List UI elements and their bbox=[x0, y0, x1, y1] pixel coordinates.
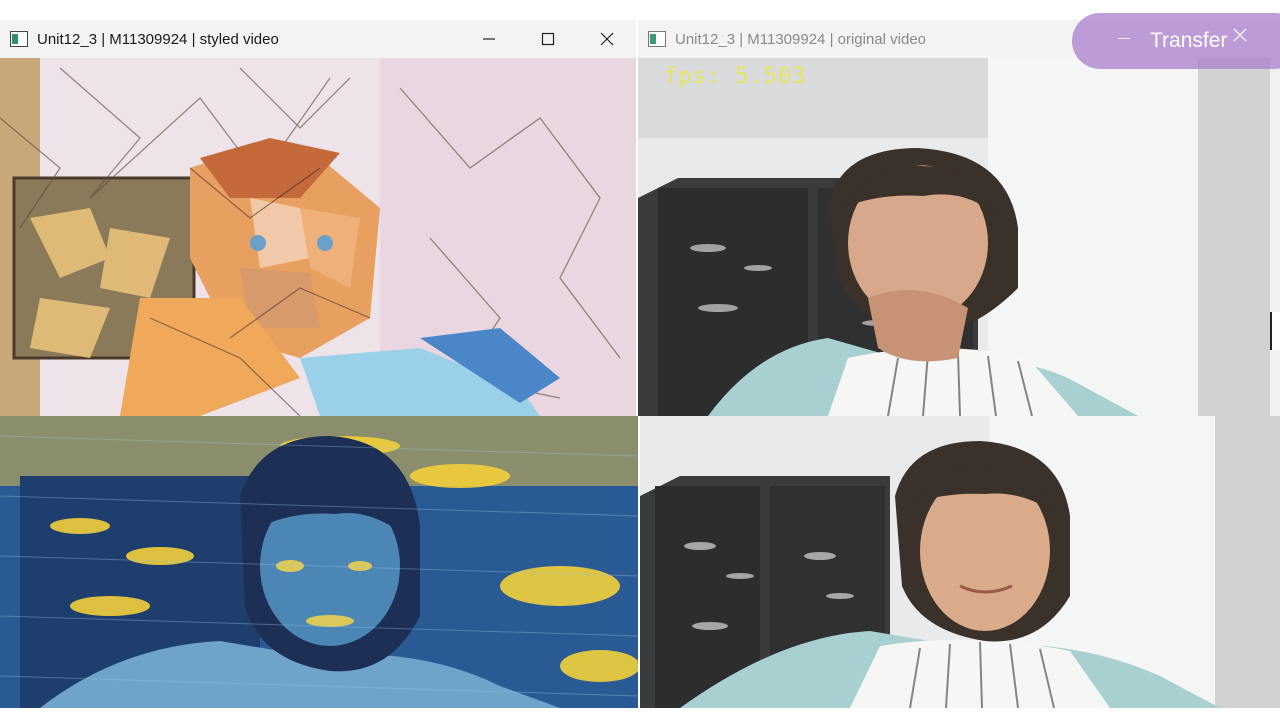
app-icon bbox=[10, 31, 28, 47]
fps-readout: fps: 5.503 bbox=[664, 64, 807, 89]
transfer-button-label: Transfer bbox=[1150, 29, 1228, 52]
maximize-icon bbox=[541, 32, 554, 46]
original-video-window: Unit12_3 | M11309924 | original video fp… bbox=[638, 20, 1280, 416]
app-icon bbox=[648, 31, 666, 47]
original-window-title: Unit12_3 | M11309924 | original video bbox=[675, 30, 927, 48]
webcam-frame-image-2 bbox=[640, 416, 1280, 708]
close-button[interactable] bbox=[577, 20, 636, 58]
candy-style-pane bbox=[0, 58, 636, 416]
minimize-icon bbox=[482, 38, 495, 40]
window-edge-tab bbox=[1270, 312, 1280, 350]
styled-window-title: Unit12_3 | M11309924 | styled video bbox=[37, 30, 279, 48]
maximize-button[interactable] bbox=[518, 20, 577, 58]
webcam-pane-bottom bbox=[640, 416, 1280, 708]
minimize-button[interactable] bbox=[459, 20, 518, 58]
webcam-frame-image bbox=[638, 58, 1270, 416]
transfer-button[interactable]: Transfer bbox=[1072, 13, 1280, 69]
webcam-pane-top: fps: 5.503 bbox=[638, 58, 1270, 416]
vangogh-style-image bbox=[0, 416, 638, 708]
original-video-frame: fps: 5.503 bbox=[638, 58, 1280, 416]
overlay-minimize-icon bbox=[1118, 38, 1130, 39]
vangogh-style-pane bbox=[0, 416, 638, 708]
candy-style-image bbox=[0, 58, 636, 416]
styled-video-frame bbox=[0, 58, 636, 416]
styled-video-window: Unit12_3 | M11309924 | styled video bbox=[0, 20, 636, 416]
overlay-close-icon bbox=[1233, 28, 1247, 42]
close-icon bbox=[600, 32, 613, 46]
styled-window-titlebar[interactable]: Unit12_3 | M11309924 | styled video bbox=[0, 20, 636, 58]
